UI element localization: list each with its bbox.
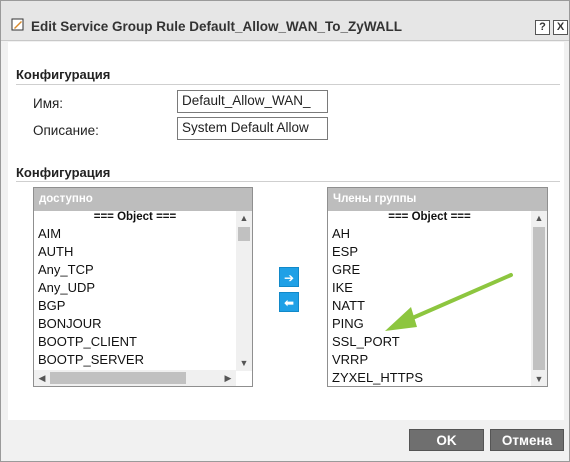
list-group-header: === Object === [93, 211, 177, 223]
close-button[interactable]: X [553, 20, 568, 35]
add-to-members-button[interactable]: ➔ [279, 267, 299, 287]
name-input[interactable]: Default_Allow_WAN_ [177, 90, 328, 113]
vertical-scrollbar[interactable]: ▲ ▼ [236, 211, 252, 371]
scroll-down-icon[interactable]: ▼ [236, 356, 252, 370]
list-item[interactable]: AIM [34, 225, 236, 243]
cancel-button[interactable]: Отмена [490, 429, 564, 451]
edit-service-group-dialog: Edit Service Group Rule Default_Allow_WA… [0, 0, 570, 462]
arrow-right-icon: ➔ [283, 271, 295, 285]
annotation-arrow-icon [385, 273, 513, 331]
scrollbar-thumb[interactable] [238, 227, 250, 241]
list-item[interactable]: Any_UDP [34, 279, 236, 297]
arrow-left-icon: ⬅ [283, 296, 295, 310]
horizontal-scrollbar[interactable]: ◀ ▶ [34, 370, 236, 386]
description-input[interactable]: System Default Allow [177, 117, 328, 140]
list-item[interactable]: BONJOUR [34, 315, 236, 333]
available-list-header: доступно [34, 188, 252, 211]
list-item[interactable]: BOOTP_SERVER [34, 351, 236, 369]
available-list[interactable]: доступно === Object === AIM AUTH Any_TCP… [33, 187, 253, 387]
scrollbar-thumb[interactable] [533, 227, 545, 370]
vertical-scrollbar[interactable]: ▲ ▼ [531, 211, 547, 386]
section-title-members: Конфигурация [16, 165, 111, 180]
scroll-right-icon[interactable]: ▶ [220, 371, 236, 385]
ok-button[interactable]: OK [409, 429, 484, 451]
list-item[interactable]: BOOTP_CLIENT [34, 333, 236, 351]
dialog-title: Edit Service Group Rule Default_Allow_WA… [31, 19, 403, 34]
description-label: Описание: [33, 123, 99, 138]
list-item[interactable]: BGP [34, 297, 236, 315]
scroll-left-icon[interactable]: ◀ [34, 371, 50, 385]
list-group-header: === Object === [388, 211, 471, 223]
scroll-up-icon[interactable]: ▲ [531, 211, 547, 225]
name-label: Имя: [33, 96, 64, 111]
list-item[interactable]: AUTH [34, 243, 236, 261]
help-button[interactable]: ? [535, 20, 550, 35]
list-item[interactable]: ESP [328, 243, 531, 261]
scroll-up-icon[interactable]: ▲ [236, 211, 252, 225]
title-bar[interactable]: Edit Service Group Rule Default_Allow_WA… [1, 1, 569, 41]
edit-icon [11, 18, 24, 31]
list-item[interactable]: Any_TCP [34, 261, 236, 279]
section-title-general: Конфигурация [16, 67, 111, 82]
section-divider [16, 84, 560, 85]
scrollbar-thumb[interactable] [50, 372, 186, 384]
remove-from-members-button[interactable]: ⬅ [279, 292, 299, 312]
list-item[interactable]: ZYXEL_HTTPS [328, 369, 531, 386]
section-divider [16, 181, 560, 182]
list-item[interactable]: VRRP [328, 351, 531, 369]
list-item[interactable]: AH [328, 225, 531, 243]
members-list-header: Члены группы [328, 188, 547, 211]
scroll-down-icon[interactable]: ▼ [531, 372, 547, 386]
